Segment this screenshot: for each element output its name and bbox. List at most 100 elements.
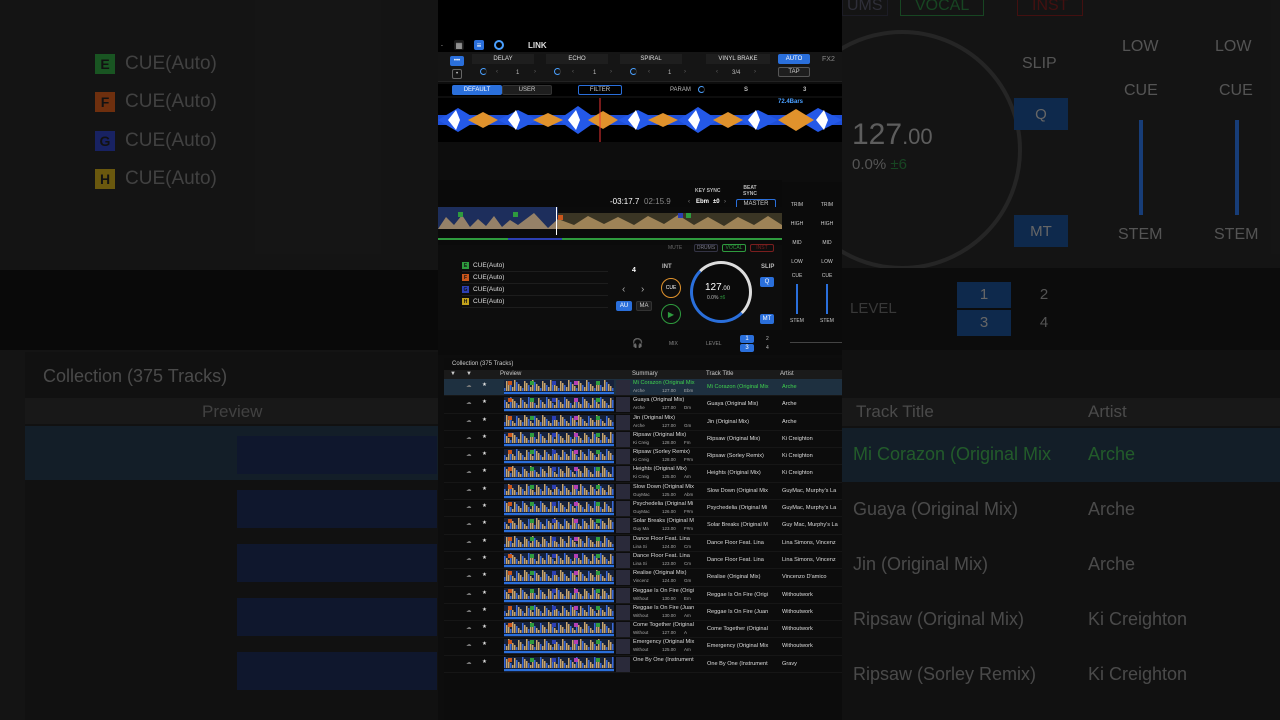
ma-button[interactable]: MA — [636, 301, 652, 311]
star-icon[interactable]: ★ — [482, 417, 487, 423]
cloud-icon[interactable]: ☁ — [466, 504, 472, 510]
table-row[interactable]: ☁ ★ Guaya (Original Mix) Arche 127.00 Dm Guaya… — [444, 396, 842, 414]
star-icon[interactable]: ★ — [482, 555, 487, 561]
cue-row[interactable]: G CUE(Auto) — [462, 284, 608, 296]
inst-button[interactable]: INST — [750, 244, 774, 252]
fx-knob[interactable] — [630, 68, 637, 75]
link-label[interactable]: LINK — [528, 41, 547, 50]
track-preview-waveform[interactable] — [504, 483, 614, 499]
table-row[interactable]: ☁ ★ Reggae Is On Fire (Juan Without 130.00 Am… — [444, 604, 842, 622]
table-row[interactable]: ☁ ★ Solar Breaks (Original M Guy Ma 123.00 F#… — [444, 517, 842, 535]
table-row[interactable]: ☁ ★ Realise (Original Mix) Vincenz 124.00 Gm R… — [444, 569, 842, 587]
title-header[interactable]: Track Title — [706, 371, 733, 377]
table-row[interactable]: ☁ ★ Come Together (Original Without 127.00 A C… — [444, 621, 842, 639]
cloud-icon[interactable]: ☁ — [466, 452, 472, 458]
star-icon[interactable]: ★ — [482, 624, 487, 630]
cue-label[interactable]: CUE — [786, 273, 808, 279]
table-row[interactable]: ☁ ★ Psychedelia (Original Mi GuyMac 126.00 F#… — [444, 500, 842, 518]
mixer-icon[interactable]: ≡ — [474, 40, 484, 50]
stem-label[interactable]: STEM — [786, 318, 808, 324]
star-icon[interactable]: ★ — [482, 382, 487, 388]
jump-forward-arrow[interactable]: › — [641, 284, 644, 295]
star-icon[interactable]: ★ — [482, 468, 487, 474]
master-tempo-button[interactable]: MT — [760, 314, 774, 324]
drums-button[interactable]: DRUMS — [694, 244, 718, 252]
cue-row[interactable]: E CUE(Auto) — [462, 260, 608, 272]
cue-label[interactable]: CUE — [816, 273, 838, 279]
fx-select-vinyl-brake[interactable]: VINYL BRAKE — [706, 54, 770, 64]
headphones-icon[interactable]: 🎧 — [632, 338, 643, 349]
prev-arrow[interactable]: ‹ — [572, 69, 574, 75]
track-preview-waveform[interactable] — [504, 449, 614, 465]
track-preview-waveform[interactable] — [504, 622, 614, 638]
fx-small-button[interactable]: • — [452, 69, 462, 79]
prev-arrow[interactable]: ‹ — [496, 69, 498, 75]
table-row[interactable]: ☁ ★ Ripsaw (Original Mix) Ki Creig 128.00 Fm R… — [444, 431, 842, 449]
deck3-button[interactable]: 3 — [740, 344, 754, 352]
mute-label[interactable]: MUTE — [668, 245, 682, 251]
filter-icon[interactable]: ▼ — [466, 371, 472, 377]
track-preview-waveform[interactable] — [504, 639, 614, 655]
cloud-icon[interactable]: ☁ — [466, 418, 472, 424]
star-icon[interactable]: ★ — [482, 538, 487, 544]
filter-button[interactable]: FILTER — [578, 85, 622, 95]
cloud-icon[interactable]: ☁ — [466, 660, 472, 666]
preview-header[interactable]: Preview — [500, 371, 521, 377]
cloud-icon[interactable]: ☁ — [466, 556, 472, 562]
next-arrow[interactable]: › — [610, 69, 612, 75]
table-row[interactable]: ☁ ★ Jin (Original Mix) Arche 127.00 Gm Jin (Or… — [444, 414, 842, 431]
fx-auto-button[interactable]: AUTO — [778, 54, 810, 64]
table-row[interactable]: ☁ ★ Slow Down (Original Mix GuyMac 125.00 Abm… — [444, 483, 842, 501]
overview-waveform[interactable]: MUTE DRUMS VOCAL INST — [438, 207, 782, 252]
fx-select-delay[interactable]: DELAY — [472, 54, 534, 64]
track-preview-waveform[interactable] — [504, 431, 614, 447]
track-preview-waveform[interactable] — [504, 397, 614, 413]
cloud-icon[interactable]: ☁ — [466, 608, 472, 614]
beat-sync-label[interactable]: BEAT SYNC — [740, 185, 760, 197]
table-row[interactable]: ☁ ★ Dance Floor Feat. Lina Lina Si 123.00 Cm D… — [444, 552, 842, 570]
star-icon[interactable]: ★ — [482, 451, 487, 457]
star-icon[interactable]: ★ — [482, 434, 487, 440]
artist-header[interactable]: Artist — [780, 371, 794, 377]
key-sync-label[interactable]: KEY SYNC — [695, 188, 720, 194]
track-preview-waveform[interactable] — [504, 414, 614, 430]
deck2-button[interactable]: 2 — [766, 336, 769, 342]
star-icon[interactable]: ★ — [482, 607, 487, 613]
table-row[interactable]: ☁ ★ Heights (Original Mix) Ki Creig 125.00 Am… — [444, 465, 842, 483]
star-icon[interactable]: ★ — [482, 503, 487, 509]
jog-wheel[interactable]: 127.00 0.0% ±6 — [690, 261, 752, 323]
stem-label[interactable]: STEM — [816, 318, 838, 324]
track-preview-waveform[interactable] — [504, 466, 614, 482]
main-waveform[interactable]: 72.4Bars — [438, 98, 842, 142]
track-preview-waveform[interactable] — [504, 501, 614, 517]
int-label[interactable]: INT — [662, 264, 672, 270]
star-icon[interactable]: ★ — [482, 399, 487, 405]
table-row[interactable]: ☁ ★ Reggae Is On Fire (Origi Without 130.00 E… — [444, 587, 842, 604]
star-icon[interactable]: ★ — [482, 572, 487, 578]
star-icon[interactable]: ★ — [482, 659, 487, 665]
fx-knob[interactable] — [480, 68, 487, 75]
deck1-button[interactable]: 1 — [740, 335, 754, 343]
deck4-button[interactable]: 4 — [766, 345, 769, 351]
next-arrow[interactable]: › — [534, 69, 536, 75]
track-preview-waveform[interactable] — [504, 552, 614, 568]
track-preview-waveform[interactable] — [504, 656, 614, 672]
record-icon[interactable] — [494, 40, 504, 50]
next-arrow[interactable]: › — [684, 69, 686, 75]
prev-arrow[interactable]: ‹ — [716, 69, 718, 75]
table-row[interactable]: ☁ ★ Dance Floor Feat. Lina Lina Si 124.00 Cm D… — [444, 535, 842, 552]
channel-fader[interactable] — [796, 284, 798, 314]
cloud-icon[interactable]: ☁ — [466, 591, 472, 597]
fx-knob[interactable] — [554, 68, 561, 75]
au-button[interactable]: AU — [616, 301, 632, 311]
track-preview-waveform[interactable] — [504, 380, 614, 395]
cue-row[interactable]: H CUE(Auto) — [462, 296, 608, 308]
fx-select-spiral[interactable]: SPIRAL — [620, 54, 682, 64]
filter-icon[interactable]: ▼ — [450, 371, 456, 377]
star-icon[interactable]: ★ — [482, 520, 487, 526]
grid-icon[interactable]: ▦ — [454, 40, 464, 50]
fx-menu-button[interactable]: ••• — [450, 56, 464, 66]
track-preview-waveform[interactable] — [504, 570, 614, 586]
cloud-icon[interactable]: ☁ — [466, 487, 472, 493]
cue-button[interactable]: CUE — [661, 278, 681, 298]
